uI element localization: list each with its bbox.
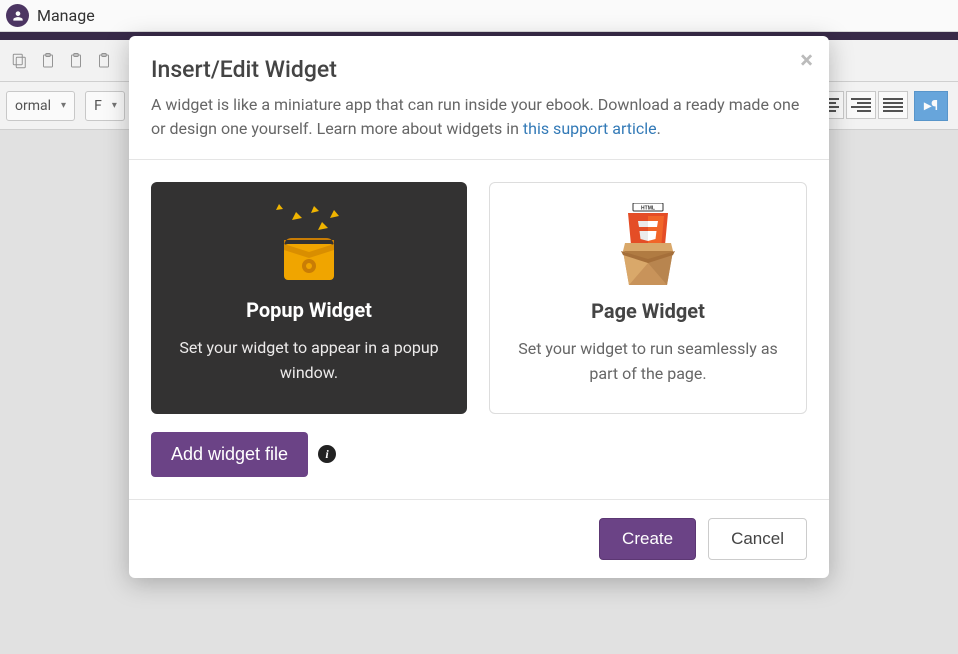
page-widget-card[interactable]: HTML <box>489 182 807 414</box>
insert-widget-modal: × Insert/Edit Widget A widget is like a … <box>129 36 829 578</box>
info-icon[interactable]: i <box>318 445 336 463</box>
popup-widget-card[interactable]: Popup Widget Set your widget to appear i… <box>151 182 467 414</box>
page-widget-title: Page Widget <box>591 299 705 323</box>
modal-description-text: A widget is like a miniature app that ca… <box>151 95 799 138</box>
add-widget-file-button[interactable]: Add widget file <box>151 432 308 477</box>
widget-options-row: Popup Widget Set your widget to appear i… <box>151 182 807 414</box>
page-widget-desc: Set your widget to run seamlessly as par… <box>508 337 788 387</box>
modal-header: × Insert/Edit Widget A widget is like a … <box>129 36 829 160</box>
svg-text:HTML: HTML <box>641 206 655 212</box>
modal-overlay: × Insert/Edit Widget A widget is like a … <box>0 0 958 654</box>
support-article-link[interactable]: this support article <box>523 119 657 138</box>
popup-widget-icon <box>264 200 354 286</box>
modal-body: Popup Widget Set your widget to appear i… <box>129 160 829 499</box>
create-button[interactable]: Create <box>599 518 696 560</box>
close-icon[interactable]: × <box>800 48 813 72</box>
modal-title: Insert/Edit Widget <box>151 56 807 83</box>
cancel-button[interactable]: Cancel <box>708 518 807 560</box>
popup-widget-desc: Set your widget to appear in a popup win… <box>169 336 449 386</box>
modal-description: A widget is like a miniature app that ca… <box>151 93 807 141</box>
popup-widget-title: Popup Widget <box>246 298 372 322</box>
add-widget-row: Add widget file i <box>151 432 807 477</box>
modal-description-after: . <box>657 119 661 138</box>
page-widget-icon: HTML <box>611 201 685 287</box>
modal-footer: Create Cancel <box>129 499 829 578</box>
